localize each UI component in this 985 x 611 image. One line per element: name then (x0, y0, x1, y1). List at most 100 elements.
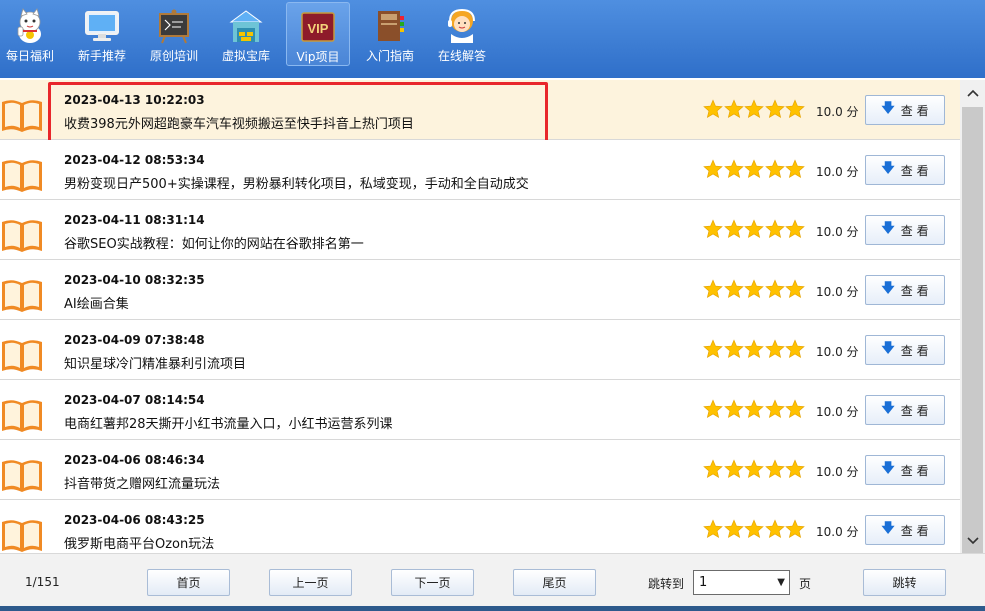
blackboard-icon (156, 8, 192, 44)
star-icon (744, 158, 764, 180)
view-button[interactable]: 🡇 查 看 (865, 155, 945, 185)
book-icon (0, 338, 44, 374)
item-date: 2023-04-09 07:38:48 (64, 333, 205, 347)
item-title[interactable]: 收费398元外网超跑豪车汽车视频搬运至快手抖音上热门项目 (64, 113, 414, 132)
jump-button[interactable]: 跳转 (863, 569, 946, 596)
list-item[interactable]: 2023-04-12 08:53:34 男粉变现日产500+实操课程，男粉暴利转化… (0, 140, 960, 200)
star-icon (785, 278, 805, 300)
view-button[interactable]: 🡇 查 看 (865, 275, 945, 305)
star-icon (744, 518, 764, 540)
tab-label: Vip项目 (296, 50, 340, 64)
item-score: 10.0 分 (816, 405, 859, 419)
list-item[interactable]: 2023-04-11 08:31:14 谷歌SEO实战教程：如何让你的网站在谷歌排… (0, 200, 960, 260)
star-icon (785, 158, 805, 180)
list-item[interactable]: 2023-04-10 08:32:35 AI绘画合集 10.0 分 🡇 查 看 (0, 260, 960, 320)
rating-stars (703, 98, 806, 120)
last-page-button[interactable]: 尾页 (513, 569, 596, 596)
view-button-label: 查 看 (900, 523, 929, 538)
star-icon (723, 218, 744, 240)
tab-online-answers[interactable]: 在线解答 (436, 2, 488, 66)
star-icon (744, 218, 764, 240)
list-item[interactable]: 2023-04-06 08:46:34 抖音带货之赠网红流量玩法 10.0 分 🡇 查 … (0, 440, 960, 500)
top-toolbar: 每日福利 新手推荐 原创培训 虚拟宝库 VIP Vip项目 入门指南 在线解答 (0, 0, 985, 78)
first-page-button[interactable]: 首页 (147, 569, 230, 596)
star-icon (703, 98, 723, 120)
tab-daily-benefits[interactable]: 每日福利 (4, 2, 56, 66)
book-icon (0, 458, 44, 494)
star-icon (785, 338, 805, 360)
monitor-icon (84, 8, 120, 44)
lucky-cat-icon (12, 8, 48, 44)
book-icon (0, 218, 44, 254)
list-item[interactable]: 2023-04-06 08:43:25 俄罗斯电商平台Ozon玩法 10.0 分 🡇 查… (0, 500, 960, 553)
view-button[interactable]: 🡇 查 看 (865, 515, 945, 545)
item-date: 2023-04-11 08:31:14 (64, 213, 205, 227)
scroll-up-icon[interactable] (960, 80, 985, 105)
rating-stars (703, 218, 806, 240)
vip-icon: VIP (300, 9, 336, 45)
item-title[interactable]: 抖音带货之赠网红流量玩法 (64, 473, 220, 492)
page-unit-label: 页 (799, 577, 812, 591)
star-icon (764, 218, 785, 240)
rating-stars (703, 458, 806, 480)
guide-book-icon (372, 8, 408, 44)
item-title[interactable]: 电商红薯邦28天撕开小红书流量入口，小红书运营系列课 (64, 413, 393, 432)
book-icon (0, 278, 44, 314)
view-button-label: 查 看 (900, 163, 929, 178)
item-title[interactable]: 男粉变现日产500+实操课程，男粉暴利转化项目，私域变现，手动和全自动成交 (64, 173, 529, 192)
tab-original-training[interactable]: 原创培训 (148, 2, 200, 66)
scroll-thumb[interactable] (962, 107, 983, 555)
tab-getting-started[interactable]: 入门指南 (364, 2, 416, 66)
tab-vip-projects[interactable]: VIP Vip项目 (286, 2, 350, 66)
view-button[interactable]: 🡇 查 看 (865, 395, 945, 425)
list-item[interactable]: 2023-04-07 08:14:54 电商红薯邦28天撕开小红书流量入口，小红书… (0, 380, 960, 440)
download-arrow-icon: 🡇 (881, 161, 895, 176)
prev-page-button[interactable]: 上一页 (269, 569, 352, 596)
rating-stars (703, 158, 806, 180)
item-title[interactable]: 谷歌SEO实战教程：如何让你的网站在谷歌排名第一 (64, 233, 364, 252)
star-icon (744, 98, 764, 120)
scroll-down-icon[interactable] (960, 528, 985, 553)
item-title[interactable]: 俄罗斯电商平台Ozon玩法 (64, 533, 214, 552)
download-arrow-icon: 🡇 (881, 521, 895, 536)
rating-stars (703, 398, 806, 420)
star-icon (703, 338, 723, 360)
list-item[interactable]: 2023-04-09 07:38:48 知识星球冷门精准暴利引流项目 10.0 分 🡇… (0, 320, 960, 380)
view-button-label: 查 看 (900, 223, 929, 238)
star-icon (785, 518, 805, 540)
star-icon (723, 98, 744, 120)
item-title[interactable]: AI绘画合集 (64, 293, 129, 312)
star-icon (703, 398, 723, 420)
item-date: 2023-04-12 08:53:34 (64, 153, 205, 167)
support-agent-icon (444, 8, 480, 44)
download-arrow-icon: 🡇 (881, 461, 895, 476)
download-arrow-icon: 🡇 (881, 221, 895, 236)
star-icon (744, 338, 764, 360)
page-select[interactable]: 1 ▼ (693, 570, 790, 595)
view-button-label: 查 看 (900, 403, 929, 418)
star-icon (723, 158, 744, 180)
star-icon (764, 458, 785, 480)
tab-virtual-treasury[interactable]: 虚拟宝库 (220, 2, 272, 66)
item-title[interactable]: 知识星球冷门精准暴利引流项目 (64, 353, 246, 372)
next-page-button[interactable]: 下一页 (391, 569, 474, 596)
book-icon (0, 398, 44, 434)
list-item[interactable]: 2023-04-13 10:22:03 收费398元外网超跑豪车汽车视频搬运至快手… (0, 80, 960, 140)
page-count: 1/151 (25, 575, 60, 589)
star-icon (764, 518, 785, 540)
book-icon (0, 158, 44, 194)
jump-to-label: 跳转到 (648, 577, 685, 591)
view-button[interactable]: 🡇 查 看 (865, 215, 945, 245)
tab-label: 在线解答 (437, 49, 486, 63)
item-date: 2023-04-06 08:43:25 (64, 513, 205, 527)
view-button[interactable]: 🡇 查 看 (865, 335, 945, 365)
item-score: 10.0 分 (816, 525, 859, 539)
star-icon (744, 398, 764, 420)
view-button[interactable]: 🡇 查 看 (865, 95, 945, 125)
vertical-scrollbar[interactable] (960, 80, 985, 555)
dropdown-arrow-icon: ▼ (777, 577, 785, 588)
tab-beginner-recommend[interactable]: 新手推荐 (76, 2, 128, 66)
star-icon (764, 338, 785, 360)
view-button-label: 查 看 (900, 463, 929, 478)
view-button[interactable]: 🡇 查 看 (865, 455, 945, 485)
